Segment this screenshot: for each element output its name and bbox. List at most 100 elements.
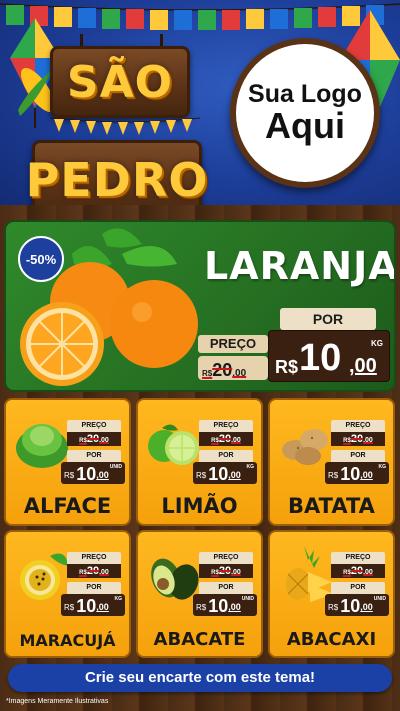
product-card-abacaxi[interactable]: PREÇO R$20,00 POR R$ 10,00 UNID ABACAXI	[268, 530, 395, 658]
card-preco-label: PREÇO	[331, 552, 385, 564]
card-old-dec: ,00	[231, 569, 241, 576]
product-card-batata[interactable]: PREÇO R$20,00 POR R$ 10,00 KG BATATA	[268, 398, 395, 526]
card-product-name: BATATA	[288, 494, 375, 518]
card-old-currency: R$	[79, 438, 87, 444]
card-new-dec: ,00	[96, 602, 109, 612]
sign-board-bottom: PEDRO	[26, 140, 207, 215]
card-old-int: 20	[350, 433, 364, 445]
card-new-dec: ,00	[228, 602, 241, 612]
card-new-price: R$ 10,00 KG	[193, 462, 257, 484]
hero-new-dec: ,00	[349, 355, 377, 377]
card-old-price: R$20,00	[331, 564, 385, 578]
hero-new-int: 10	[299, 337, 342, 379]
card-por-label: POR	[67, 582, 121, 594]
card-old-price: R$20,00	[331, 432, 385, 446]
card-old-dec: ,00	[99, 569, 109, 576]
card-old-currency: R$	[211, 570, 219, 576]
product-card-limao[interactable]: PREÇO R$20,00 POR R$ 10,00 KG LIMÃO	[136, 398, 263, 526]
hero-preco-label: PREÇO	[198, 335, 268, 353]
create-flyer-cta-button[interactable]: Crie seu encarte com este tema!	[8, 664, 392, 692]
card-old-price: R$20,00	[67, 564, 121, 578]
card-new-currency: R$	[328, 471, 339, 480]
card-old-dec: ,00	[99, 437, 109, 444]
hero-por-label: POR	[280, 308, 376, 330]
card-old-int: 20	[86, 433, 100, 445]
card-old-int: 20	[218, 565, 232, 577]
sign-title-line2: PEDRO	[25, 153, 209, 207]
logo-inner: Sua Logo Aqui	[236, 44, 374, 182]
card-old-int: 20	[218, 433, 232, 445]
discount-badge: -50%	[18, 236, 64, 282]
card-old-dec: ,00	[231, 437, 241, 444]
card-unit: KG	[378, 464, 387, 470]
hero-old-price: R$20,00	[198, 356, 268, 380]
card-product-name: MARACUJÁ	[19, 631, 116, 650]
hero-unit: KG	[371, 339, 383, 348]
card-por-label: POR	[67, 450, 121, 462]
card-product-name: ABACAXI	[286, 629, 377, 650]
card-new-currency: R$	[64, 603, 75, 612]
card-new-int: 10	[76, 596, 97, 616]
card-new-int: 10	[340, 464, 361, 484]
header: SÃO PEDRO Sua Logo Aqui	[0, 0, 400, 215]
flyer: SÃO PEDRO Sua Logo Aqui -50% LARANJA PRE…	[0, 0, 400, 711]
product-card-alface[interactable]: PREÇO R$20,00 POR R$ 10,00 UNID ALFACE	[4, 398, 131, 526]
card-new-price: R$ 10,00 UNID	[61, 462, 125, 484]
card-preco-label: PREÇO	[67, 420, 121, 432]
card-unit: KG	[114, 596, 123, 602]
card-new-price: R$ 10,00 UNID	[193, 594, 257, 616]
card-new-currency: R$	[328, 603, 339, 612]
card-unit: UNID	[109, 464, 122, 470]
product-card-maracuja[interactable]: PREÇO R$20,00 POR R$ 10,00 KG MARACUJÁ	[4, 530, 131, 658]
card-old-currency: R$	[343, 570, 351, 576]
card-old-currency: R$	[79, 570, 87, 576]
hero-old-int: 20	[212, 360, 233, 380]
card-old-price: R$20,00	[199, 564, 253, 578]
card-new-int: 10	[340, 596, 361, 616]
logo-text-line1: Sua Logo	[248, 79, 362, 108]
card-por-label: POR	[199, 582, 253, 594]
hero-new-currency: R$	[275, 357, 299, 377]
card-old-price: R$20,00	[67, 432, 121, 446]
card-product-name: ABACATE	[153, 629, 246, 650]
card-unit: UNID	[241, 596, 254, 602]
hero-new-price: R$ 10 ,00 KG	[268, 330, 390, 382]
sign-board-top: SÃO	[50, 46, 190, 118]
card-new-dec: ,00	[228, 470, 241, 480]
card-unit: UNID	[373, 596, 386, 602]
card-new-dec: ,00	[96, 470, 109, 480]
card-old-int: 20	[350, 565, 364, 577]
card-old-currency: R$	[343, 438, 351, 444]
card-preco-label: PREÇO	[67, 552, 121, 564]
card-new-price: R$ 10,00 KG	[325, 462, 389, 484]
card-new-int: 10	[208, 464, 229, 484]
card-por-label: POR	[199, 450, 253, 462]
card-new-currency: R$	[64, 471, 75, 480]
sign-title-line1: SÃO	[66, 56, 174, 108]
card-new-currency: R$	[196, 603, 207, 612]
logo-text-line2: Aqui	[265, 105, 345, 147]
card-new-currency: R$	[196, 471, 207, 480]
card-old-currency: R$	[211, 438, 219, 444]
hero-product-name: LARANJA	[204, 244, 396, 288]
sao-pedro-sign: SÃO PEDRO	[26, 34, 210, 215]
card-old-price: R$20,00	[199, 432, 253, 446]
card-new-int: 10	[208, 596, 229, 616]
hero-old-dec: ,00	[232, 368, 247, 379]
card-preco-label: PREÇO	[199, 552, 253, 564]
card-preco-label: PREÇO	[331, 420, 385, 432]
card-unit: KG	[246, 464, 255, 470]
disclaimer-text: *Imagens Meramente Ilustrativas	[6, 698, 109, 705]
card-new-price: R$ 10,00 UNID	[325, 594, 389, 616]
card-new-dec: ,00	[360, 602, 373, 612]
card-preco-label: PREÇO	[199, 420, 253, 432]
hero-old-currency: R$	[202, 369, 213, 378]
product-card-abacate[interactable]: PREÇO R$20,00 POR R$ 10,00 UNID ABACATE	[136, 530, 263, 658]
logo-placeholder[interactable]: Sua Logo Aqui	[230, 38, 380, 188]
card-product-name: LIMÃO	[161, 494, 238, 518]
card-new-dec: ,00	[360, 470, 373, 480]
card-por-label: POR	[331, 450, 385, 462]
card-new-int: 10	[76, 464, 97, 484]
card-old-dec: ,00	[363, 569, 373, 576]
card-por-label: POR	[331, 582, 385, 594]
